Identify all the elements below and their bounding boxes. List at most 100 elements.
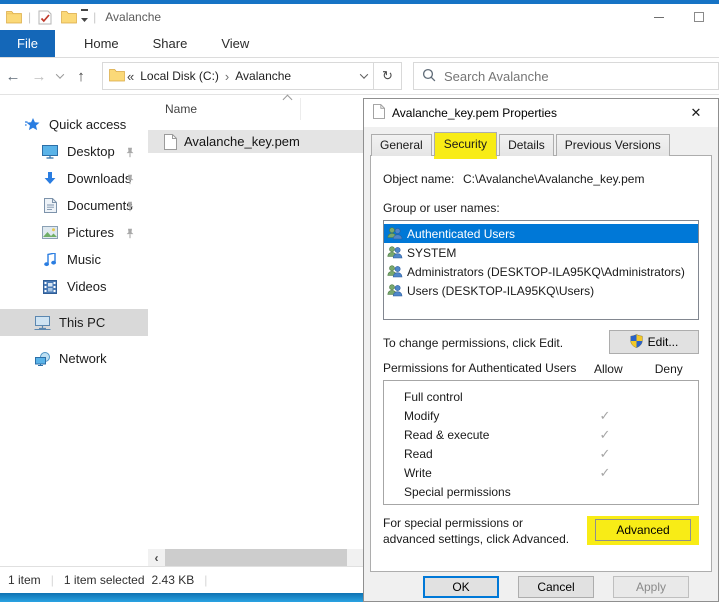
permission-row-read: Read ✓ [384,444,698,463]
group-row-users[interactable]: Users (DESKTOP-ILA95KQ\Users) [384,281,698,300]
scroll-left-icon[interactable]: ‹ [148,549,165,566]
apply-button[interactable]: Apply [613,576,689,598]
object-name-value: C:\Avalanche\Avalanche_key.pem [463,172,644,186]
breadcrumb-root[interactable]: Local Disk (C:) [140,69,219,83]
cancel-button[interactable]: Cancel [518,576,594,598]
dialog-title: Avalanche_key.pem Properties [392,106,557,120]
permission-name: Write [404,466,574,480]
refresh-button[interactable]: ↻ [374,62,402,90]
breadcrumb-current[interactable]: Avalanche [235,69,291,83]
group-row-administrators[interactable]: Administrators (DESKTOP-ILA95KQ\Administ… [384,262,698,281]
ok-button[interactable]: OK [423,576,499,598]
search-input[interactable] [444,69,710,84]
dialog-tabs: General Security Details Previous Versio… [371,132,718,156]
pin-icon [125,200,135,215]
window-controls [639,4,719,30]
uac-shield-icon [630,334,643,351]
edit-button[interactable]: Edit... [609,330,699,354]
qat-properties-icon[interactable] [36,8,54,26]
horizontal-scrollbar[interactable]: ‹ [148,549,363,566]
group-list: Authenticated Users SYSTEM Administrator… [383,220,699,320]
file-name: Avalanche_key.pem [184,134,300,149]
sidebar-item-label: Documents [67,198,133,213]
permission-row-write: Write ✓ [384,463,698,482]
back-button[interactable]: ← [0,68,26,85]
selection-size: 2.43 KB [152,573,195,587]
minimize-button[interactable] [639,4,679,30]
permission-name: Read & execute [404,428,574,442]
tab-general[interactable]: General [371,134,432,156]
scrollbar-thumb[interactable] [165,549,347,566]
ribbon-tab-file[interactable]: File [0,30,55,57]
maximize-button[interactable] [679,4,719,30]
up-button[interactable]: ↑ [68,68,94,85]
column-header-label: Name [165,102,197,116]
groups-label: Group or user names: [383,201,699,215]
navigation-bar: ← → ↑ « Local Disk (C:) › Avalanche ↻ [0,58,719,95]
ribbon-tab-view[interactable]: View [204,30,266,57]
ribbon-tabs: File Home Share View [0,30,719,58]
quick-access-star-icon [22,118,42,132]
edit-hint: To change permissions, click Edit. [383,330,609,350]
sidebar-item-label: Downloads [67,171,131,186]
sidebar-item-label: Videos [67,279,107,294]
security-tab-page: Object name: C:\Avalanche\Avalanche_key.… [370,155,712,572]
group-row-system[interactable]: SYSTEM [384,243,698,262]
network-icon [32,352,52,366]
group-row-authenticated-users[interactable]: Authenticated Users [384,224,698,243]
allow-checkmark: ✓ [574,427,636,443]
documents-icon [40,198,60,213]
sidebar-item-documents[interactable]: Documents [0,192,148,219]
object-name-label: Object name: [383,172,463,186]
permission-name: Special permissions [404,485,574,499]
permission-row-special-permissions: Special permissions [384,482,698,501]
ribbon-tab-share[interactable]: Share [136,30,205,57]
sidebar-item-network[interactable]: Network [0,345,148,372]
sidebar-item-pictures[interactable]: Pictures [0,219,148,246]
permissions-label: Permissions for Authenticated Users [383,361,578,376]
dialog-file-icon [373,104,385,122]
advanced-button[interactable]: Advanced [595,519,691,541]
sidebar-item-this-pc[interactable]: This PC [0,309,148,336]
sidebar-item-label: Music [67,252,101,267]
qat-customize-icon[interactable] [81,9,88,26]
videos-icon [40,280,60,294]
selection-count: 1 item selected [64,573,145,587]
file-icon [164,134,177,150]
user-group-icon [387,246,403,259]
explorer-window: | | Avalanche File Home Share View ← → ↑ [0,0,719,602]
qat-newfolder-icon[interactable] [60,8,78,26]
recent-locations-icon[interactable] [52,71,68,81]
tab-security[interactable]: Security [434,132,497,156]
sidebar-item-label: This PC [59,315,105,330]
ribbon-tab-home[interactable]: Home [67,30,136,57]
address-bar[interactable]: « Local Disk (C:) › Avalanche [102,62,374,90]
status-divider: | [51,573,54,587]
breadcrumb-overflow-icon[interactable]: « [127,69,134,84]
dialog-footer: OK Cancel Apply [364,576,718,598]
allow-checkmark: ✓ [574,465,636,481]
sidebar-item-music[interactable]: Music [0,246,148,273]
desktop-icon [40,145,60,159]
permission-name: Read [404,447,574,461]
sidebar-item-quick-access[interactable]: Quick access [0,111,148,138]
forward-button[interactable]: → [26,68,52,85]
navigation-pane: Quick access Desktop Downloads [0,95,148,566]
group-name: Administrators (DESKTOP-ILA95KQ\Administ… [407,265,685,279]
dialog-close-icon[interactable]: ✕ [674,99,718,127]
window-folder-icon [5,8,23,26]
item-count: 1 item [8,573,41,587]
tab-details[interactable]: Details [499,134,554,156]
tab-previous-versions[interactable]: Previous Versions [556,134,670,156]
permissions-list: Full control Modify ✓ Read & execute ✓ R… [383,380,699,505]
search-icon [422,68,436,85]
group-name: SYSTEM [407,246,456,260]
titlebar-separator2: | [93,10,96,24]
sidebar-item-videos[interactable]: Videos [0,273,148,300]
sidebar-item-desktop[interactable]: Desktop [0,138,148,165]
permission-name: Full control [404,390,574,404]
music-icon [40,253,60,267]
user-group-icon [387,284,403,297]
address-dropdown-icon[interactable] [360,70,368,78]
sidebar-item-downloads[interactable]: Downloads [0,165,148,192]
